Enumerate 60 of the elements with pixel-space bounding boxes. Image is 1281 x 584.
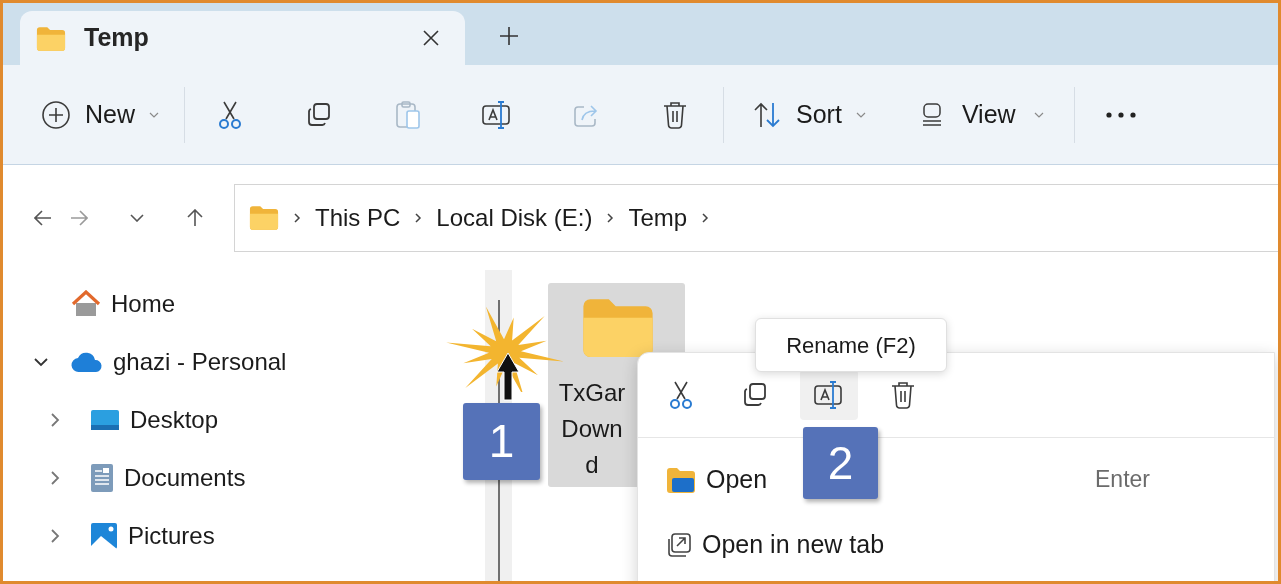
- tab[interactable]: Temp: [20, 11, 465, 65]
- folder-icon: [666, 466, 696, 493]
- sort-button[interactable]: Sort: [752, 89, 866, 140]
- shortcut-text: Enter: [1095, 465, 1150, 495]
- chevron-down-icon: [855, 110, 866, 119]
- chevron-right-icon: [606, 211, 615, 224]
- arrow-up-icon: [186, 208, 204, 227]
- folder-name: TxGar Down d: [557, 378, 627, 480]
- new-tab-icon: [666, 531, 692, 558]
- chevron-down-icon: [1033, 110, 1044, 119]
- trash-icon: [661, 99, 689, 130]
- copy-icon: [741, 381, 769, 409]
- chevron-right-icon: [414, 211, 423, 224]
- house-icon: [71, 290, 101, 318]
- chevron-down-icon: [149, 110, 159, 119]
- plus-icon: [499, 26, 519, 46]
- tab-title: Temp: [84, 22, 150, 54]
- rename-icon: [481, 99, 513, 130]
- nav-item[interactable]: ghazi - Personal: [71, 344, 287, 380]
- nav-item[interactable]: Pictures: [90, 518, 215, 554]
- tooltip: Rename (F2): [755, 318, 947, 372]
- breadcrumb[interactable]: This PC: [315, 199, 401, 236]
- chevron-right-icon: [50, 528, 60, 544]
- view-button[interactable]: View: [919, 89, 1044, 140]
- new-button[interactable]: New: [41, 89, 159, 140]
- rename-button[interactable]: [800, 370, 858, 420]
- nav-item[interactable]: Desktop: [90, 402, 219, 438]
- rename-icon: [813, 380, 845, 410]
- scissors-icon: [216, 99, 244, 130]
- nav-item[interactable]: Home: [71, 286, 176, 322]
- chevron-right-icon: [50, 412, 60, 428]
- step-badge: 2: [803, 427, 878, 499]
- clipboard-icon: [394, 99, 422, 130]
- picture-icon: [90, 522, 118, 550]
- arrow-left-icon: [34, 208, 52, 227]
- trash-icon: [889, 380, 917, 410]
- chevron-right-icon: [701, 211, 710, 224]
- menu-item[interactable]: Open in new tab: [666, 525, 885, 564]
- chevron-right-icon: [50, 470, 60, 486]
- sort-arrows-icon: [752, 100, 782, 129]
- copy-icon: [305, 100, 333, 129]
- desktop-icon: [90, 408, 120, 432]
- more-icon: [1105, 111, 1136, 118]
- folder-icon: [36, 25, 66, 51]
- arrow-right-icon: [70, 208, 88, 227]
- step-badge: 1: [463, 403, 540, 480]
- scissors-icon: [667, 380, 695, 410]
- close-icon: [422, 29, 440, 47]
- cloud-icon: [71, 351, 103, 373]
- nav-item[interactable]: Documents: [90, 460, 246, 496]
- breadcrumb[interactable]: Local Disk (E:): [436, 199, 593, 236]
- folder-icon: [249, 205, 279, 230]
- address-bar[interactable]: This PC Local Disk (E:) Temp: [234, 183, 1278, 252]
- document-icon: [90, 463, 114, 493]
- plus-circle-icon: [41, 99, 71, 130]
- chevron-right-icon: [293, 211, 301, 224]
- cursor-icon: [495, 352, 521, 402]
- chevron-down-icon: [33, 357, 49, 367]
- chevron-down-icon: [130, 213, 144, 222]
- breadcrumb[interactable]: Temp: [628, 199, 688, 236]
